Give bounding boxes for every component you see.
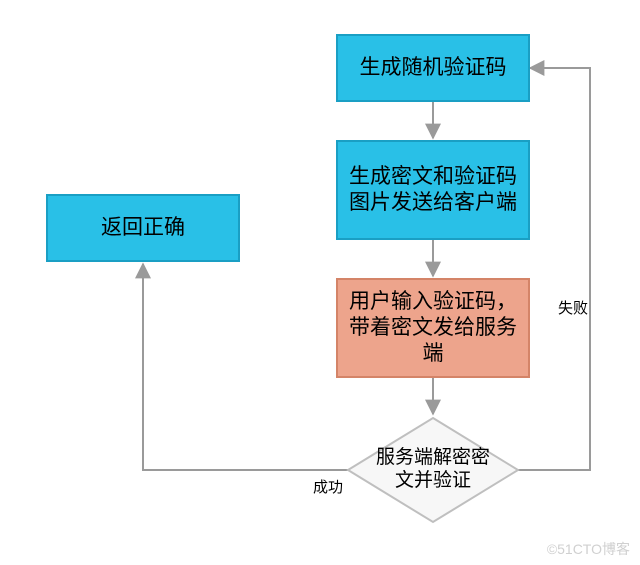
edge-n4-n5 [143,264,348,470]
node-generate-code: 生成随机验证码 [336,34,530,102]
node-verify: 服务端解密密文并验证 [346,416,520,524]
node-user-input: 用户输入验证码，带着密文发给服务端 [336,278,530,378]
edge-label-failure: 失败 [558,297,588,318]
node-return-correct: 返回正确 [46,194,240,262]
node-label: 返回正确 [101,215,185,241]
edge-n4-n1 [518,68,590,470]
watermark: ©51CTO博客 [547,539,630,559]
node-label: 服务端解密密文并验证 [346,416,520,524]
node-generate-cipher: 生成密文和验证码图片发送给客户端 [336,140,530,240]
node-label: 生成密文和验证码图片发送给客户端 [346,164,520,217]
edge-label-success: 成功 [313,476,343,497]
node-label: 生成随机验证码 [360,55,507,81]
node-label: 用户输入验证码，带着密文发给服务端 [346,289,520,368]
